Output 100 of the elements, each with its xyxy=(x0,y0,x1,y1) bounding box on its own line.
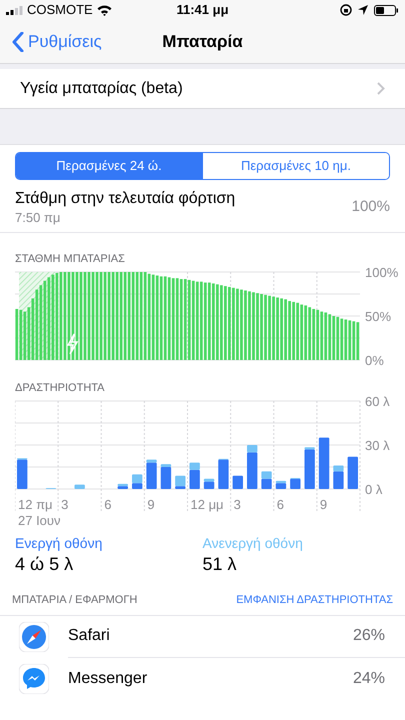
screen-title: Μπαταρία xyxy=(162,30,243,53)
bar xyxy=(112,272,114,360)
lightning-icon xyxy=(66,333,78,355)
bar xyxy=(296,302,300,360)
bar xyxy=(84,272,86,360)
bar xyxy=(288,301,292,360)
bar xyxy=(64,272,66,360)
bar xyxy=(120,272,123,360)
bar xyxy=(104,272,106,360)
show-activity-link[interactable]: ΕΜΦΑΝΙΣΗ ΔΡΑΣΤΗΡΙΟΤΗΤΑΣ xyxy=(236,592,393,608)
app-usage: 26% xyxy=(352,626,385,646)
axis-label: 6 xyxy=(104,497,112,512)
app-name: Messenger xyxy=(68,668,148,688)
location-arrow-icon xyxy=(358,5,368,15)
bar xyxy=(39,285,42,360)
section-header: ΜΠΑΤΑΡΙΑ / ΕΦΑΡΜΟΓΗ xyxy=(12,593,138,608)
bar xyxy=(68,272,70,360)
app-row[interactable]: Safari 26% xyxy=(0,616,405,658)
bar xyxy=(348,456,358,489)
bar xyxy=(146,462,157,489)
chart-heading: ΣΤΑΘΜΗ ΜΠΑΤΑΡΙΑΣ xyxy=(15,253,126,266)
segment-tab[interactable]: Περασμένες 10 ημ. xyxy=(202,153,389,179)
legend-label: Ανενεργή οθόνη xyxy=(202,535,304,552)
bar xyxy=(124,272,127,360)
bar xyxy=(252,292,255,360)
bar xyxy=(256,293,259,360)
bar xyxy=(132,474,142,484)
back-button[interactable]: Ρυθμίσεις xyxy=(0,28,102,54)
bar xyxy=(80,272,82,360)
bar xyxy=(52,274,54,360)
bar xyxy=(208,282,211,360)
bar xyxy=(333,471,344,489)
axis-label: 9 xyxy=(147,497,155,512)
chevron-left-icon xyxy=(12,32,24,52)
bar xyxy=(232,288,235,360)
bar xyxy=(116,272,119,360)
axis-label: 60 λ xyxy=(365,395,390,409)
wifi-icon xyxy=(96,4,112,16)
bar xyxy=(264,294,267,360)
bar xyxy=(318,438,330,489)
bar xyxy=(247,452,258,489)
last-charge-level: 100% xyxy=(352,197,390,218)
last-charge-title: Στάθμη στην τελευταία φόρτιση xyxy=(15,189,236,209)
clock-time: 11:41 μμ xyxy=(176,1,229,20)
bar xyxy=(248,291,251,360)
bar xyxy=(220,285,223,360)
bar xyxy=(261,471,272,479)
bar xyxy=(218,460,229,489)
bar xyxy=(240,290,243,360)
bar xyxy=(244,290,247,360)
bar xyxy=(290,478,300,489)
bar xyxy=(76,272,78,360)
axis-label: 0 λ xyxy=(365,482,382,497)
bar xyxy=(236,288,239,360)
bar xyxy=(260,294,263,360)
legend-label: Ενεργή οθόνη xyxy=(15,535,104,552)
signal-icon xyxy=(6,6,23,14)
bar xyxy=(261,478,272,489)
carrier: COSMOTE xyxy=(27,1,93,20)
bar xyxy=(284,299,287,360)
last-charge-time: 7:50 πμ xyxy=(15,209,62,226)
bar xyxy=(160,464,172,467)
screen-time-value: 51 λ xyxy=(202,553,238,576)
bar xyxy=(224,286,227,360)
axis-label: 12 μμ xyxy=(190,497,224,512)
axis-label: 9 xyxy=(320,497,328,512)
bar xyxy=(160,467,172,489)
bar xyxy=(175,476,186,486)
chevron-right-icon xyxy=(377,82,385,95)
bar xyxy=(43,280,46,360)
bar xyxy=(17,460,28,489)
bar xyxy=(268,296,271,360)
segment-tab[interactable]: Περασμένες 24 ώ. xyxy=(16,153,202,179)
bar xyxy=(136,272,139,360)
chart-heading: ΔΡΑΣΤΗΡΙΟΤΗΤΑ xyxy=(15,382,106,395)
axis-label: 12 πμ xyxy=(18,497,53,512)
app-name: Safari xyxy=(68,626,110,646)
bar xyxy=(204,478,214,482)
axis-label: 30 λ xyxy=(365,438,390,453)
bar xyxy=(304,449,315,489)
axis-label: 50% xyxy=(365,309,392,324)
bar xyxy=(118,486,128,489)
bar xyxy=(333,466,344,472)
bar xyxy=(304,305,308,360)
date-label: 27 Ιουν xyxy=(18,513,61,528)
bar xyxy=(276,298,279,360)
axis-label: 3 xyxy=(234,497,241,512)
bar xyxy=(276,483,286,489)
bar xyxy=(280,298,283,360)
bar xyxy=(228,286,231,360)
bar xyxy=(60,272,62,360)
chat-bubble-icon xyxy=(19,664,49,694)
app-row[interactable]: Messenger 24% xyxy=(0,658,405,700)
bar xyxy=(292,302,296,360)
bar xyxy=(247,445,258,452)
bar xyxy=(300,304,304,360)
bar xyxy=(108,272,110,360)
bar xyxy=(47,277,50,360)
bar xyxy=(232,476,243,489)
bar xyxy=(204,282,207,360)
